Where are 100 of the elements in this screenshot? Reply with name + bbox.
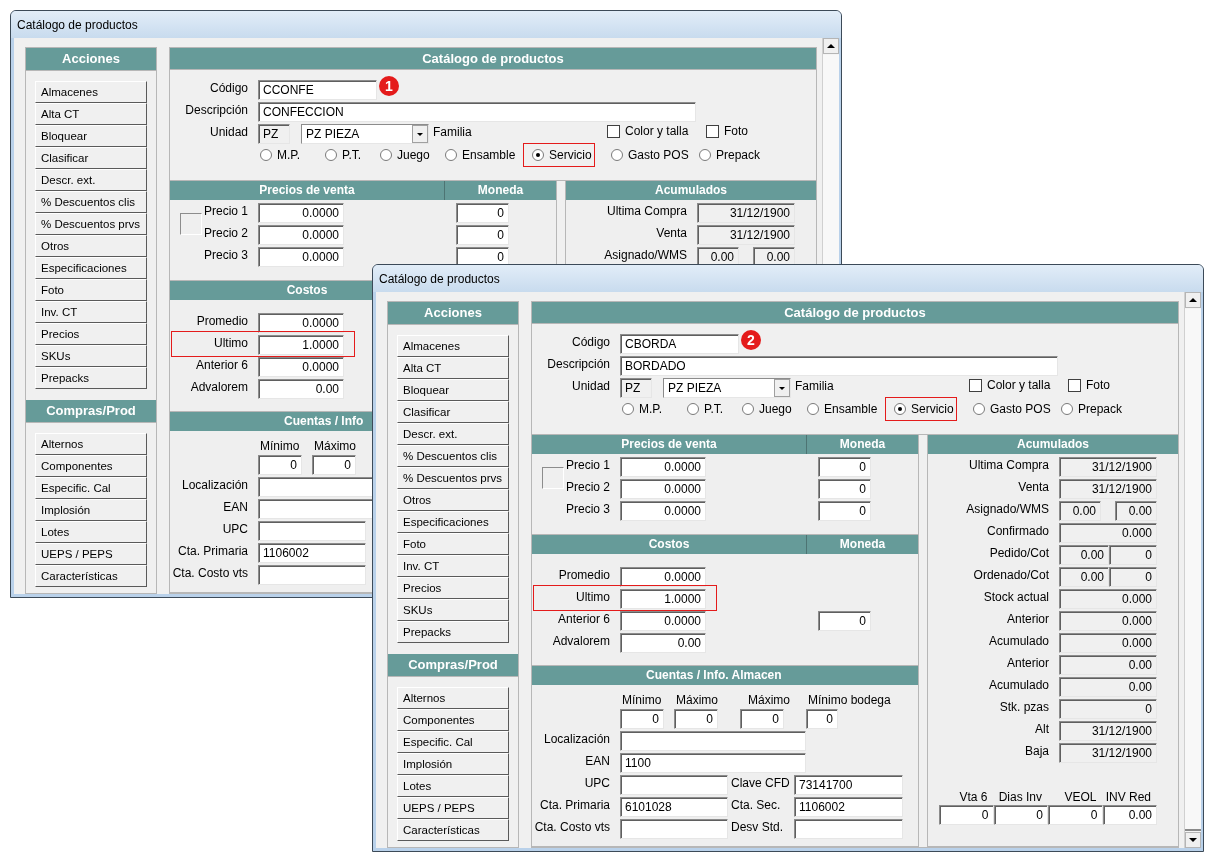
down-arrow-icon[interactable] xyxy=(1189,838,1197,842)
action-button[interactable]: UEPS / PEPS xyxy=(397,797,509,819)
radio-button[interactable]: Prepack xyxy=(1059,397,1124,421)
text-field[interactable]: CBORDA xyxy=(620,334,739,354)
radio-button[interactable]: P.T. xyxy=(323,143,378,167)
action-button[interactable]: Implosión xyxy=(397,753,509,775)
text-field[interactable]: 0 xyxy=(818,611,871,631)
checkbox[interactable]: Color y talla xyxy=(607,124,706,138)
text-field[interactable]: 0.0000 xyxy=(620,611,706,631)
action-button[interactable]: Inv. CT xyxy=(397,555,509,577)
text-field[interactable]: 0.00 xyxy=(620,633,706,653)
text-field[interactable]: 0.0000 xyxy=(258,225,344,245)
text-field[interactable]: 0.00 xyxy=(1102,805,1157,825)
action-button[interactable]: Lotes xyxy=(35,521,147,543)
action-button[interactable]: Bloquear xyxy=(397,379,509,401)
radio-button[interactable]: Gasto POS xyxy=(609,143,697,167)
radio-button[interactable]: Servicio xyxy=(523,143,595,167)
action-button[interactable]: Descr. ext. xyxy=(35,169,147,191)
text-field[interactable]: 73141700 xyxy=(794,775,903,795)
action-button[interactable]: Bloquear xyxy=(35,125,147,147)
action-button[interactable]: Especific. Cal xyxy=(35,477,147,499)
action-button[interactable]: Lotes xyxy=(397,775,509,797)
action-button[interactable]: Descr. ext. xyxy=(397,423,509,445)
text-field[interactable]: 0.00 xyxy=(258,379,344,399)
text-field[interactable]: 0 xyxy=(258,455,302,475)
action-button[interactable]: Precios xyxy=(397,577,509,599)
text-field[interactable] xyxy=(620,819,728,839)
text-field[interactable]: 0 xyxy=(818,501,871,521)
text-field[interactable]: CCONFE xyxy=(258,80,377,100)
up-arrow-icon[interactable] xyxy=(1189,298,1197,302)
action-button[interactable]: Clasificar xyxy=(397,401,509,423)
text-field[interactable] xyxy=(258,521,366,541)
text-field[interactable]: BORDADO xyxy=(620,356,1058,376)
text-field[interactable]: CONFECCION xyxy=(258,102,696,122)
text-field[interactable]: 0.0000 xyxy=(620,501,706,521)
action-button[interactable]: UEPS / PEPS xyxy=(35,543,147,565)
action-button[interactable]: % Descuentos clis xyxy=(35,191,147,213)
action-button[interactable]: Alta CT xyxy=(397,357,509,379)
text-field[interactable]: 1100 xyxy=(620,753,806,773)
text-field[interactable]: 0.0000 xyxy=(620,457,706,477)
text-field[interactable]: 0 xyxy=(806,709,838,729)
action-button[interactable]: Características xyxy=(397,819,509,841)
text-field[interactable]: 0 xyxy=(456,247,509,267)
action-button[interactable]: Prepacks xyxy=(397,621,509,643)
action-button[interactable]: Precios xyxy=(35,323,147,345)
radio-button[interactable]: Juego xyxy=(740,397,805,421)
text-field[interactable] xyxy=(258,565,366,585)
text-field[interactable]: 0 xyxy=(620,709,664,729)
action-button[interactable]: Foto xyxy=(397,533,509,555)
unit-dropdown[interactable]: PZ PIEZA xyxy=(301,124,429,144)
action-button[interactable]: Foto xyxy=(35,279,147,301)
radio-button[interactable]: M.P. xyxy=(258,143,323,167)
action-button[interactable]: Alternos xyxy=(397,687,509,709)
action-button[interactable]: SKUs xyxy=(35,345,147,367)
action-button[interactable]: Especificaciones xyxy=(35,257,147,279)
action-button[interactable]: Componentes xyxy=(35,455,147,477)
text-field[interactable]: 1106002 xyxy=(794,797,903,817)
text-field[interactable]: 0 xyxy=(939,805,994,825)
action-button[interactable]: Características xyxy=(35,565,147,587)
action-button[interactable]: SKUs xyxy=(397,599,509,621)
up-arrow-icon[interactable] xyxy=(827,44,835,48)
text-field[interactable]: 0 xyxy=(456,225,509,245)
action-button[interactable]: Alta CT xyxy=(35,103,147,125)
unit-dropdown[interactable]: PZ PIEZA xyxy=(663,378,791,398)
checkbox[interactable]: Color y talla xyxy=(969,378,1068,392)
text-field[interactable]: 0 xyxy=(312,455,356,475)
text-field[interactable]: 1.0000 xyxy=(258,335,344,355)
text-field[interactable]: 0.0000 xyxy=(258,247,344,267)
text-field[interactable]: 1106002 xyxy=(258,543,366,563)
radio-button[interactable]: P.T. xyxy=(685,397,740,421)
text-field[interactable]: 0.0000 xyxy=(258,203,344,223)
text-field[interactable]: 0 xyxy=(993,805,1048,825)
text-field[interactable]: 0 xyxy=(674,709,718,729)
action-button[interactable]: % Descuentos prvs xyxy=(35,213,147,235)
action-button[interactable]: Componentes xyxy=(397,709,509,731)
text-field[interactable] xyxy=(620,731,806,751)
text-field[interactable]: 0.0000 xyxy=(258,313,344,333)
text-field[interactable]: 0 xyxy=(456,203,509,223)
checkbox[interactable]: Foto xyxy=(706,124,805,138)
action-button[interactable]: Almacenes xyxy=(397,335,509,357)
action-button[interactable]: Prepacks xyxy=(35,367,147,389)
action-button[interactable]: Especificaciones xyxy=(397,511,509,533)
text-field[interactable]: 0 xyxy=(1048,805,1103,825)
radio-button[interactable]: Servicio xyxy=(885,397,957,421)
action-button[interactable]: % Descuentos prvs xyxy=(397,467,509,489)
text-field[interactable]: 0 xyxy=(818,457,871,477)
vertical-scrollbar[interactable] xyxy=(1184,292,1201,848)
text-field[interactable] xyxy=(620,775,728,795)
text-field[interactable]: 1.0000 xyxy=(620,589,706,609)
radio-button[interactable]: Juego xyxy=(378,143,443,167)
action-button[interactable]: Especific. Cal xyxy=(397,731,509,753)
text-field[interactable]: 0 xyxy=(740,709,784,729)
action-button[interactable]: Alternos xyxy=(35,433,147,455)
action-button[interactable]: % Descuentos clis xyxy=(397,445,509,467)
radio-button[interactable]: M.P. xyxy=(620,397,685,421)
text-field[interactable]: 0.0000 xyxy=(258,357,344,377)
radio-button[interactable]: Ensamble xyxy=(805,397,885,421)
text-field[interactable]: 6101028 xyxy=(620,797,728,817)
action-button[interactable]: Almacenes xyxy=(35,81,147,103)
action-button[interactable]: Implosión xyxy=(35,499,147,521)
